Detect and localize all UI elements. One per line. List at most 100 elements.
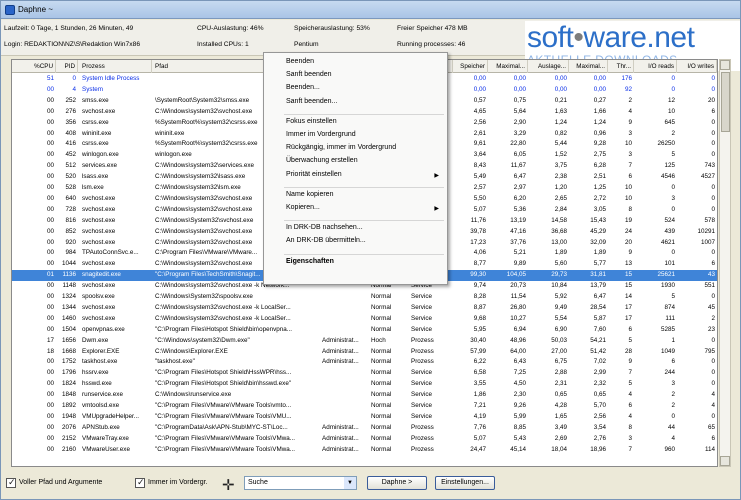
cell-process: spoolsv.exe [82,293,115,300]
cell-path: "C:\Program Files\VMware\VMware Tools\VM… [155,445,295,453]
always-on-top-checkbox[interactable] [135,477,145,488]
cell-threads: 10 [624,194,632,202]
table-row[interactable]: 00 1504 openvpnas.exe "C:\Program Files\Hot… [12,325,717,336]
cell-path: C:\Windows\system32\svchost.exe -k Local… [155,314,291,322]
cpu-load-label: CPU-Auslastung: 46% [197,25,264,32]
cell-user: Administrat... [322,358,359,366]
menu-item-überwachung-erstellen[interactable]: Überwachung erstellen [286,157,358,164]
table-row[interactable]: 17 1656 Dwm.exe "C:\Windows\system32\Dwm.ex… [12,336,717,347]
cell-max-memory: 22,80 [510,140,526,148]
column-header-threads[interactable]: Thr... [608,60,634,73]
chevron-down-icon[interactable]: ▼ [344,477,356,489]
cell-io-reads: 4621 [660,238,675,246]
cell-io-reads: 3 [671,380,675,388]
cell-max-memory: 6,47 [513,173,526,181]
cell-io-reads: 1 [671,336,675,344]
cell-max-swap: 0,00 [593,85,606,93]
menu-item-kopieren[interactable]: Kopieren... [286,204,320,211]
cell-threads: 7 [628,162,632,170]
title-bar[interactable]: Daphne ~ [1,1,740,19]
table-row[interactable]: 00 1344 svchost.exe C:\Windows\system32\svc… [12,303,717,314]
column-header-max-memory[interactable]: Maximal... [490,60,528,73]
cell-max-memory: 6,20 [513,194,526,202]
cell-user: Administrat... [322,423,359,431]
column-header-process[interactable]: Prozess [80,60,152,73]
cell-cpu: 00 [46,162,54,170]
column-header-io-writes[interactable]: I/O writes [679,60,717,73]
table-row[interactable]: 00 1948 VMUpgradeHelper... "C:\Program File… [12,412,717,423]
menu-item-an-drk-db-übermitteln[interactable]: An DRK-DB übermitteln... [286,237,366,244]
search-combobox[interactable]: Suche ▼ [244,476,357,490]
scrollbar-thumb[interactable] [721,72,730,132]
table-row[interactable]: 00 2160 VMwareUser.exe "C:\Program Files\VM… [12,445,717,456]
table-row[interactable]: 18 1668 Explorer.EXE C:\Windows\Explorer.EX… [12,347,717,358]
scroll-down-button[interactable] [720,456,730,466]
menu-item-beenden[interactable]: Beenden... [286,84,320,91]
column-header-swap[interactable]: Auslage... [529,60,569,73]
cell-threads: 10 [624,184,632,191]
cell-path: "C:\Program Files\Hotspot Shield\bin\hss… [155,380,292,388]
table-row[interactable]: 00 1324 spoolsv.exe C:\Windows\System32\spo… [12,292,717,303]
column-header-memory[interactable]: Speicher [450,60,488,73]
menu-item-rückgängig-immer-im-vordergrund[interactable]: Rückgängig, immer im Vordergrund [286,144,396,151]
submenu-arrow-icon: ▶ [434,172,439,179]
table-row[interactable]: 00 2152 VMwareTray.exe "C:\Program Files\VM… [12,434,717,445]
menu-item-priorität-einstellen[interactable]: Priorität einstellen [286,171,342,178]
cell-max-swap: 6,47 [593,293,606,300]
scroll-up-button[interactable] [720,60,730,70]
cell-process: taskhost.exe [82,358,118,366]
cell-pid: 408 [65,129,76,137]
table-row[interactable]: 00 1848 runservice.exe C:\Windows\runservic… [12,390,717,401]
cell-max-memory: 5,99 [513,412,526,420]
cell-max-swap: 51,42 [590,347,606,355]
cell-cpu: 00 [46,173,54,181]
cell-path: "taskhost.exe" [155,358,195,366]
menu-item-sanft-beenden[interactable]: Sanft beenden... [286,98,337,105]
full-path-checkbox[interactable] [6,477,16,488]
menu-item-name-kopieren[interactable]: Name kopieren [286,191,333,198]
vertical-scrollbar[interactable] [719,59,731,467]
cell-memory: 8,77 [473,260,486,268]
cell-pid: 1324 [61,293,76,300]
cell-io-reads: 874 [664,303,675,311]
cell-path: "C:\ProgramData\Ask\APN-Stub\MYC-ST\Loc.… [155,423,288,431]
cell-pid: 0 [72,75,76,82]
cell-swap: 1,52 [554,151,567,159]
menu-item-immer-im-vordergrund[interactable]: Immer im Vordergrund [286,131,356,138]
cell-cpu: 00 [46,85,54,93]
cell-path: "C:\Program Files\VMware\VMware Tools\vm… [155,402,292,409]
cell-pid: 816 [65,216,76,224]
table-row[interactable]: 00 2076 APNStub.exe "C:\ProgramData\Ask\APN… [12,423,717,434]
menu-item-in-drk-db-nachsehen[interactable]: In DRK-DB nachsehen... [286,224,363,231]
table-row[interactable]: 00 1824 hsswd.exe "C:\Program Files\Hotspot… [12,379,717,390]
cell-path: "C:\Program Files\Hotspot Shield\bin\ope… [155,325,292,333]
table-row[interactable]: 00 1460 svchost.exe C:\Windows\system32\svc… [12,314,717,325]
table-row[interactable]: 00 1752 taskhost.exe "taskhost.exe" Administ… [12,357,717,368]
column-header-cpu[interactable]: %CPU [12,60,56,73]
menu-item-sanft-beenden[interactable]: Sanft beenden [286,71,332,78]
daphne-button[interactable]: Daphne > [367,476,427,490]
menu-item-fokus-einstellen[interactable]: Fokus einstellen [286,118,337,125]
menu-item-beenden[interactable]: Beenden [286,58,314,65]
cell-swap: 0,82 [554,129,567,137]
cell-max-memory: 26,80 [510,303,526,311]
column-header-io-reads[interactable]: I/O reads [635,60,677,73]
cell-io-reads: 244 [664,369,675,377]
column-header-max-swap[interactable]: Maximal... [570,60,608,73]
cell-threads: 9 [628,358,632,366]
cell-memory: 17,23 [470,238,486,246]
cell-user: Administrat... [322,434,359,442]
table-row[interactable]: 00 1796 hssrv.exe "C:\Program Files\Hotspot… [12,368,717,379]
cell-type: Service [411,412,432,420]
settings-button[interactable]: Einstellungen... [435,476,495,490]
table-row[interactable]: 00 1892 vmtoolsd.exe "C:\Program Files\VMwa… [12,401,717,412]
cell-process: svchost.exe [82,314,116,322]
cell-threads: 28 [624,347,632,355]
cell-swap: 2,84 [554,205,567,213]
cell-process: Explorer.EXE [82,347,120,355]
cell-memory: 4,06 [473,249,486,257]
column-header-pid[interactable]: PID [58,60,78,73]
cell-pid: 1136 [62,271,76,279]
menu-item-eigenschaften[interactable]: Eigenschaften [286,258,334,265]
crosshair-icon[interactable]: ✛ [222,476,235,494]
